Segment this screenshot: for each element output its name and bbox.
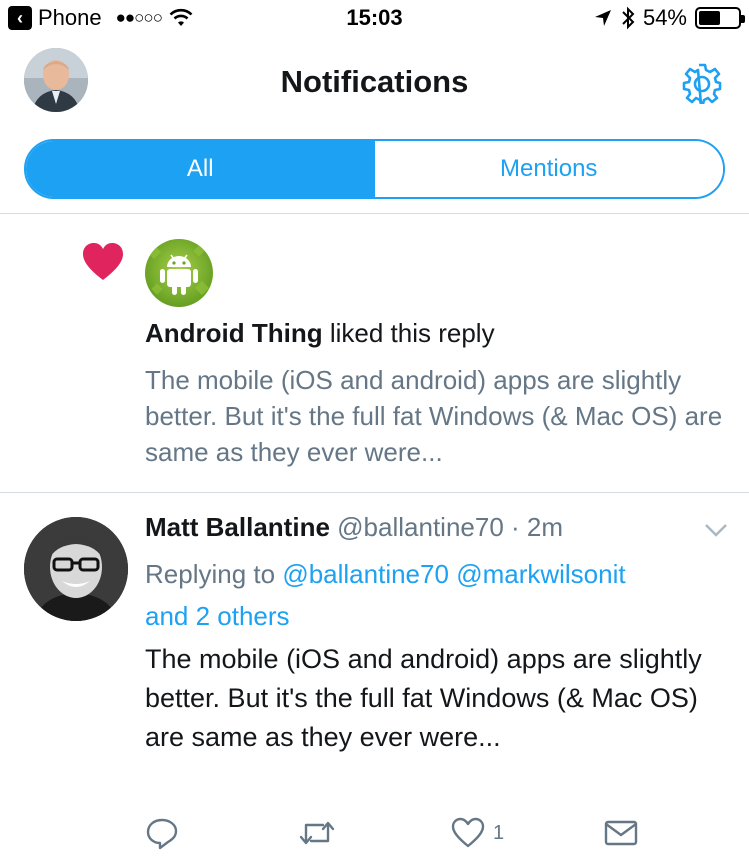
like-action-text: liked this reply xyxy=(322,318,495,348)
reply-icon xyxy=(146,818,178,850)
header: Notifications xyxy=(0,38,749,128)
page-title: Notifications xyxy=(280,64,469,99)
location-arrow-icon xyxy=(594,10,611,26)
reply-mention-2[interactable]: @markwilsonit xyxy=(456,559,625,589)
liked-tweet-text[interactable]: The mobile (iOS and android) apps are sl… xyxy=(145,362,735,470)
heart-outline-icon xyxy=(451,817,485,848)
retweet-button[interactable] xyxy=(297,815,337,851)
envelope-icon xyxy=(604,820,638,846)
tab-mentions[interactable]: Mentions xyxy=(374,141,723,197)
reply-mention-1[interactable]: @ballantine70 xyxy=(282,559,449,589)
tweet-author-handle[interactable]: @ballantine70 xyxy=(337,512,504,542)
gear-icon[interactable] xyxy=(681,62,723,104)
tab-all[interactable]: All xyxy=(26,141,375,197)
notification-divider xyxy=(0,492,749,493)
replying-prefix: Replying to xyxy=(145,559,283,589)
heart-icon xyxy=(83,243,123,280)
tweet-author-name[interactable]: Matt Ballantine xyxy=(145,512,330,542)
tweet-header: Matt Ballantine @ballantine70 · 2m xyxy=(145,512,563,543)
like-summary: Android Thing liked this reply xyxy=(145,318,495,349)
status-right: 54% xyxy=(593,5,745,31)
replying-to: Replying to @ballantine70 @markwilsonit a… xyxy=(145,553,735,637)
chevron-down-icon[interactable] xyxy=(703,520,729,540)
reply-button[interactable] xyxy=(145,815,179,851)
like-button[interactable]: 1 xyxy=(451,815,504,851)
tweet-time: 2m xyxy=(526,512,564,542)
like-count: 1 xyxy=(493,821,505,844)
tweet-separator: · xyxy=(503,512,527,542)
notifications-tabs: All Mentions xyxy=(24,139,725,199)
like-actor-name[interactable]: Android Thing xyxy=(145,318,323,348)
header-divider xyxy=(0,213,749,214)
battery-percent: 54% xyxy=(642,5,687,30)
android-thing-avatar[interactable] xyxy=(145,239,213,307)
tweet-author-avatar[interactable] xyxy=(24,517,128,621)
bluetooth-icon xyxy=(622,6,635,30)
retweet-icon xyxy=(299,821,335,845)
battery-icon xyxy=(695,7,745,29)
direct-message-button[interactable] xyxy=(604,815,638,851)
tweet-text[interactable]: The mobile (iOS and android) apps are sl… xyxy=(145,640,735,757)
reply-others-link[interactable]: and 2 others xyxy=(145,601,290,631)
tweet-actions: 1 xyxy=(145,815,745,855)
battery-fill xyxy=(699,11,720,25)
status-bar: ‹ Phone ●●○○○ 15:03 54% xyxy=(0,0,749,38)
